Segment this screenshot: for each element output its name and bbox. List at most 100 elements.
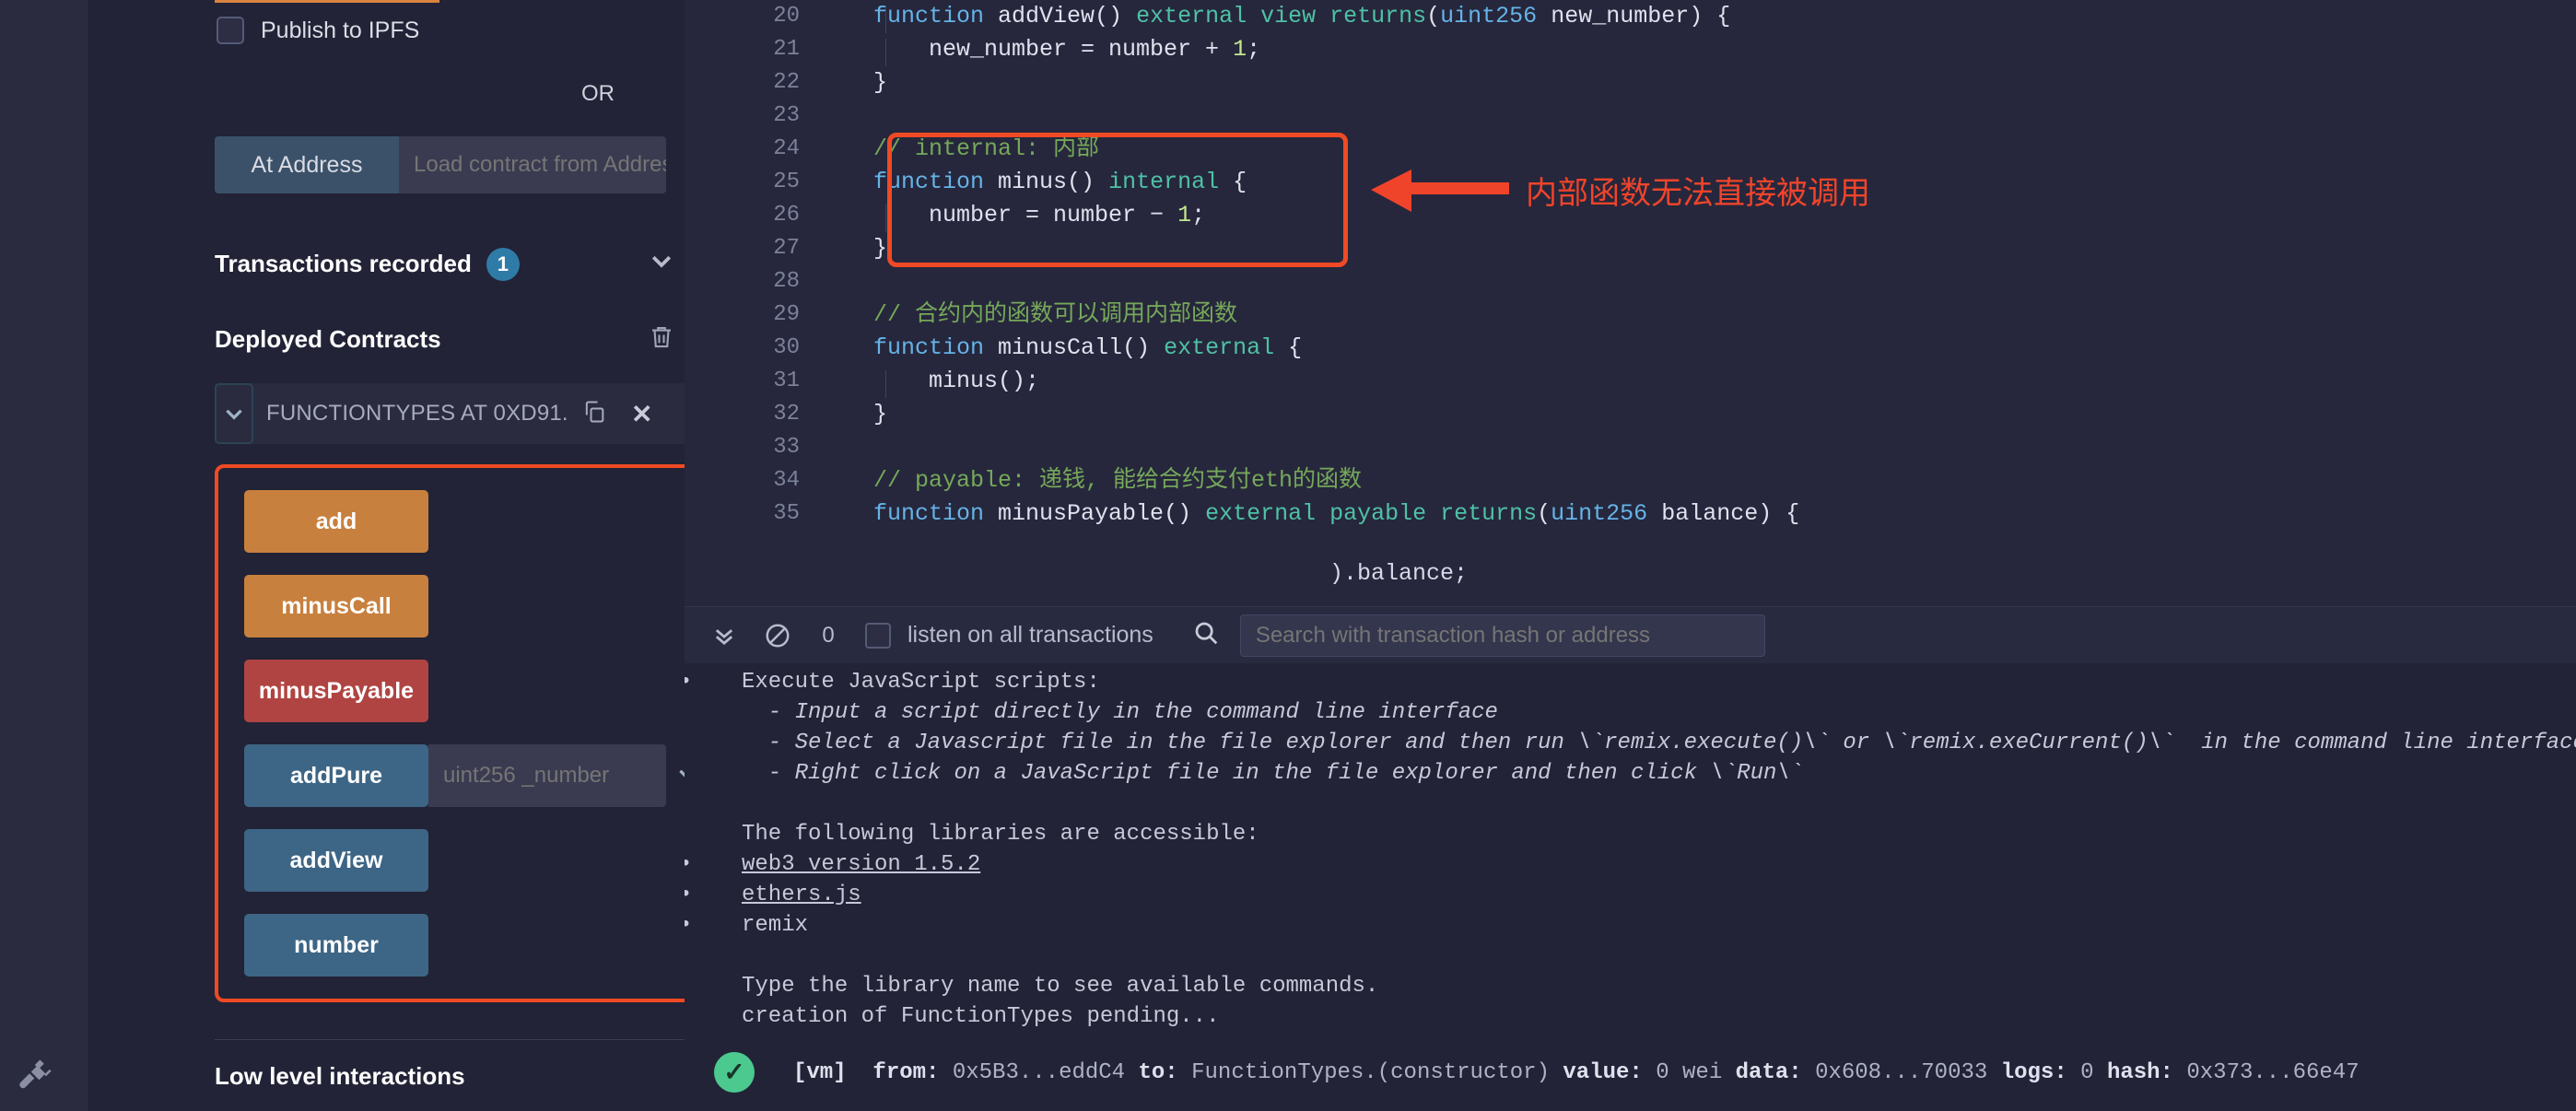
code-text: } [873,69,888,96]
terminal-line: web3 version 1.5.2 [685,849,2576,880]
code-line: 23 [685,99,2576,133]
line-number: 20 [773,4,800,29]
deploy-and-run-sidebar: Publish to IPFS OR At Address Transactio… [89,0,685,1111]
code-line: 32} [685,398,2576,431]
terminal-line: Execute JavaScript scripts: [685,667,2576,697]
code-line: 34 // payable: 递钱, 能给合约支付eth的函数 [685,464,2576,497]
trash-icon[interactable] [648,323,675,356]
line-number: 33 [773,435,800,460]
code-line: 21 new_number = number + 1; [685,33,2576,66]
code-line: 29 // 合约内的函数可以调用内部函数 [685,298,2576,332]
transactions-recorded-badge: 1 [486,247,520,281]
code-text: new_number = number + 1; [873,36,1261,63]
code-line: 22} [685,66,2576,99]
listen-all-transactions-checkbox[interactable] [865,622,891,649]
code-text: // 合约内的函数可以调用内部函数 [873,301,1238,328]
code-text: number = number − 1; [873,202,1206,228]
transaction-log-row[interactable]: ✓ [vm] from: 0x5B3...eddC4 to: FunctionT… [699,1052,2576,1093]
function-button-number[interactable]: number [244,914,428,977]
code-editor[interactable]: 20 function addView() external view retur… [685,0,2576,553]
at-address-input[interactable] [399,136,666,193]
publish-ipfs-checkbox[interactable] [217,17,244,44]
line-number: 24 [773,136,800,161]
success-check-icon: ✓ [714,1052,755,1093]
right-panel: 20 function addView() external view retur… [685,0,2576,1111]
function-button-minusCall[interactable]: minusCall [244,575,428,637]
remix-ide-window: Publish to IPFS OR At Address Transactio… [0,0,2576,1111]
at-address-button[interactable]: At Address [215,136,399,193]
line-number: 34 [773,468,800,493]
line-number: 25 [773,170,800,194]
function-input-addPure[interactable] [428,744,666,807]
function-button-addView[interactable]: addView [244,829,428,892]
pending-count: 0 [822,622,835,648]
transactions-recorded-row[interactable]: Transactions recorded 1 [215,247,675,281]
terminal-lines: Execute JavaScript scripts: - Input a sc… [685,667,2576,1032]
tail-code-text: ).balance; [1329,560,1469,587]
tx-data-value: 0x608...70033 [1815,1059,1988,1085]
expand-contract-caret[interactable] [215,383,253,444]
deployed-contracts-row: Deployed Contracts [215,323,675,356]
code-text: } [873,401,888,427]
function-button-add[interactable]: add [244,490,428,553]
code-editor-tail: ).balance; uint256 balance 2 reference(s… [685,553,2576,606]
line-number: 35 [773,501,800,526]
indent-guide [885,6,886,33]
copy-icon[interactable] [581,399,607,429]
left-arrow-icon [1371,170,1509,212]
terminal-toolbar: 0 listen on all transactions [685,606,2576,663]
divider [215,1039,685,1040]
terminal-output[interactable]: Execute JavaScript scripts: - Input a sc… [685,663,2576,1111]
function-row: addView [244,829,685,892]
line-number: 32 [773,402,800,427]
terminal-line: The following libraries are accessible: [742,822,1259,847]
at-address-row: At Address [215,136,666,193]
low-level-interactions-label: Low level interactions [215,1062,465,1090]
function-button-minusPayable[interactable]: minusPayable [244,660,428,722]
contract-functions-panel: add minusCall minusPayable addPure addVi… [215,464,685,1002]
chevron-down-icon[interactable] [648,247,675,281]
terminal-line: remix [685,910,2576,941]
chevron-down-icon[interactable] [675,762,685,790]
clear-console-icon[interactable] [751,622,804,649]
publish-ipfs-row[interactable]: Publish to IPFS [115,17,659,44]
line-number: 26 [773,203,800,228]
function-button-addPure[interactable]: addPure [244,744,428,807]
terminal-line: - Right click on a JavaScript file in th… [742,761,1804,786]
code-line: 31 minus(); [685,365,2576,398]
tx-hash-label: hash: [2106,1059,2173,1085]
code-text: } [873,235,888,262]
line-number: 30 [773,335,800,360]
code-text: minus(); [873,368,1040,394]
or-label: OR [581,81,615,106]
contract-name-label: FUNCTIONTYPES AT 0XD91...3913 [266,401,570,426]
code-text: function minusPayable() external payable… [873,500,1800,527]
terminal-link[interactable]: ethers.js [742,883,861,907]
close-icon[interactable]: ✕ [631,399,652,429]
code-text: function minusCall() external { [873,334,1303,361]
deployed-contract-header[interactable]: FUNCTIONTYPES AT 0XD91...3913 ✕ [215,383,685,444]
line-number: 22 [773,70,800,95]
tx-from-label: from: [872,1059,940,1085]
tx-to-value: FunctionTypes.(constructor) [1191,1059,1550,1085]
tx-to-label: to: [1138,1059,1178,1085]
terminal-line: - Input a script directly in the command… [742,700,1498,725]
function-row: addPure [244,744,685,807]
terminal-search-input[interactable] [1239,614,1765,657]
indent-guide [885,370,886,398]
left-icon-rail [0,0,89,1111]
function-row: add [244,490,685,553]
code-line: 28 [685,265,2576,298]
plugin-manager-icon[interactable] [17,1056,55,1094]
tx-value-label: value: [1563,1059,1643,1085]
collapse-terminal-icon[interactable] [697,623,751,649]
terminal-link[interactable]: web3 version 1.5.2 [742,852,980,877]
transactions-recorded-label: Transactions recorded [215,250,472,277]
tx-logs-value: 0 [2080,1059,2094,1085]
search-icon [1192,619,1220,651]
deploy-button-underline [215,0,439,3]
